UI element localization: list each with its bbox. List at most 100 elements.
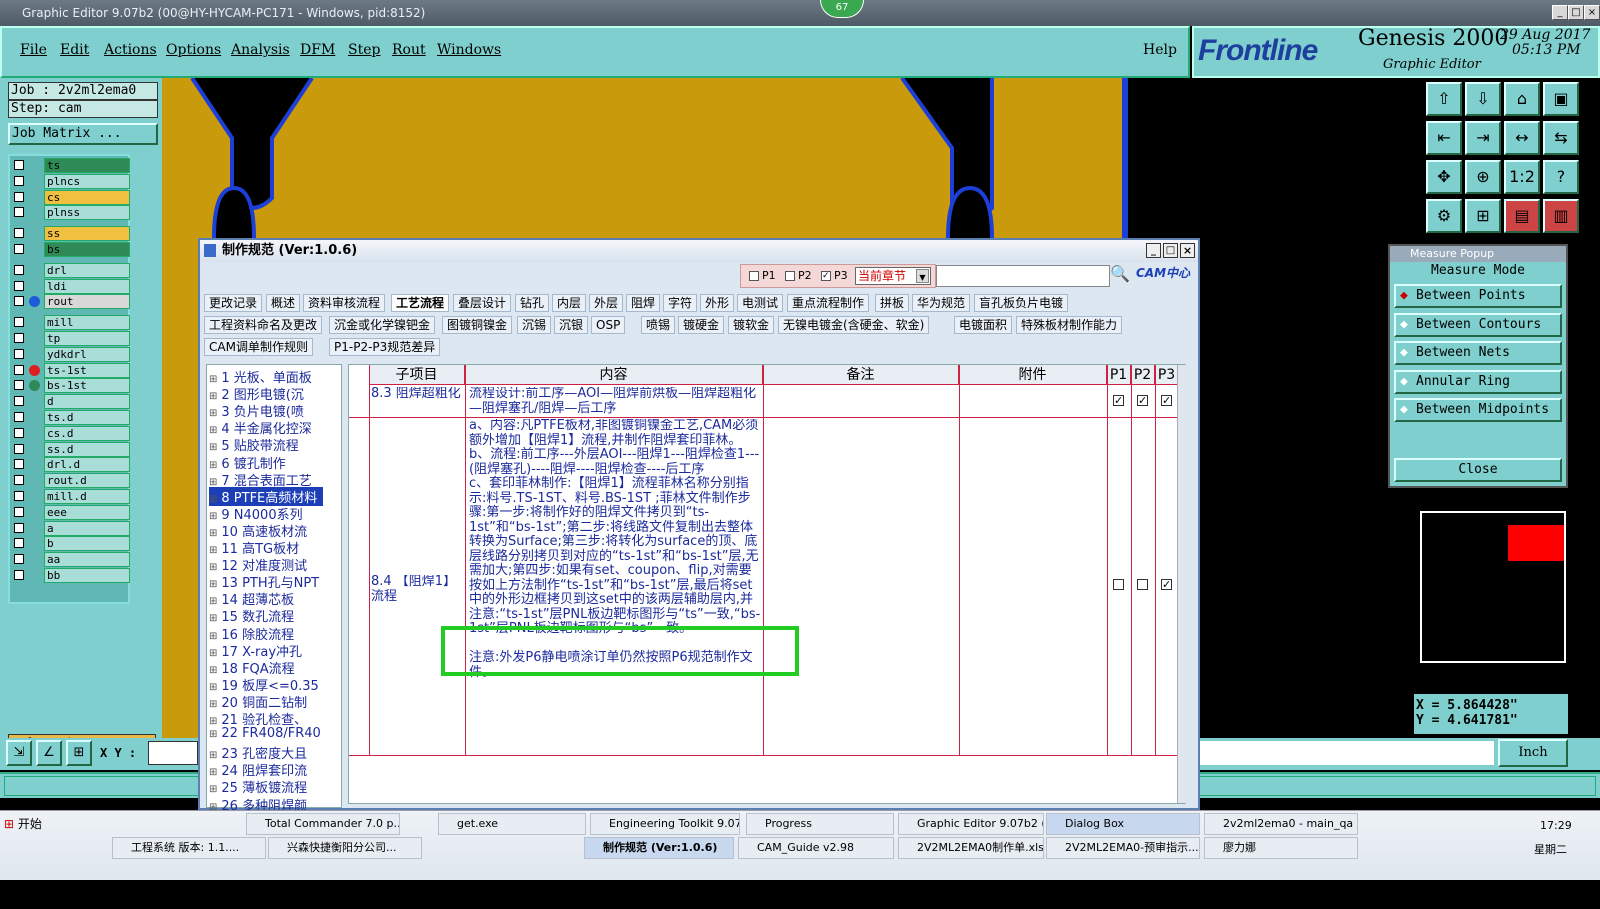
row-p2-checkbox[interactable]: ✓	[1137, 395, 1148, 406]
taskbar-item[interactable]: 2V2ML2EMA0-预审指示...	[1046, 837, 1200, 859]
pan-down-icon[interactable]: ⇩	[1465, 82, 1501, 116]
column-header[interactable]: 附件	[959, 365, 1107, 385]
layer-row[interactable]: bb	[10, 568, 132, 583]
menu-step[interactable]: Step	[348, 42, 380, 58]
panel-icon[interactable]: ▥	[1543, 199, 1579, 233]
menu-edit[interactable]: Edit	[60, 42, 89, 58]
chapter-tree[interactable]: ⊞ 1 光板、单面板 ⊞ 2 图形电镀(沉 ⊞ 3 负片电镀(喷 ⊞ 4 半金属化控深 ⊞ 5 贴…	[206, 364, 342, 814]
tab-item[interactable]: 工艺流程	[391, 294, 450, 312]
grid-icon[interactable]: ⊞	[1465, 199, 1501, 233]
layer-checkbox[interactable]	[14, 475, 24, 486]
layer-row[interactable]: rout	[10, 294, 132, 310]
measure-option[interactable]: ◆ Between Nets	[1394, 341, 1562, 365]
row-p1-checkbox[interactable]: ✓	[1113, 395, 1124, 406]
measure-option[interactable]: ◆ Between Points	[1394, 284, 1562, 308]
layer-checkbox[interactable]	[14, 333, 24, 343]
taskbar-item[interactable]: 兴森快捷衡阳分公司...	[268, 837, 422, 859]
layer-row[interactable]: tp	[10, 331, 132, 346]
taskbar-item[interactable]: 2v2ml2ema0 - main_qa	[1204, 813, 1358, 835]
layer-checkbox[interactable]	[14, 244, 24, 254]
close-button[interactable]: ×	[1584, 5, 1600, 20]
menu-help[interactable]: Help	[1143, 42, 1177, 58]
column-header[interactable]: 子项目	[369, 365, 465, 385]
checkbox-icon[interactable]	[785, 271, 795, 281]
tab-item[interactable]: 拼板	[875, 294, 910, 312]
chapter-select[interactable]: 当前章节 ▼	[855, 267, 931, 285]
row-p1-checkbox[interactable]	[1113, 579, 1124, 590]
layer-checkbox[interactable]	[14, 506, 24, 517]
row-p2-checkbox[interactable]	[1137, 579, 1148, 590]
layer-row[interactable]: cs.d	[10, 425, 132, 441]
dialog-maximize-button[interactable]: □	[1163, 243, 1178, 258]
taskbar-item[interactable]: Dialog Box	[1046, 813, 1200, 835]
layer-row[interactable]: bs-1st	[10, 378, 132, 394]
layer-row[interactable]: ydkdrl	[10, 346, 132, 362]
menu-rout[interactable]: Rout	[392, 42, 426, 58]
layer-row[interactable]: aa	[10, 552, 132, 568]
layer-checkbox[interactable]	[14, 427, 24, 438]
layer-name[interactable]: ydkdrl	[44, 346, 130, 362]
taskbar-item[interactable]: 工程系统 版本: 1.1....	[112, 837, 266, 859]
tab-item[interactable]: 沉金或化学镍钯金	[329, 316, 436, 334]
tab-item[interactable]: OSP	[591, 316, 626, 334]
maximize-button[interactable]: □	[1568, 5, 1584, 20]
tab-item[interactable]: 工程资料命名及更改	[204, 316, 323, 334]
pan-left-icon[interactable]: ⇤	[1426, 121, 1462, 155]
tab-item[interactable]: 图镀铜镍金	[442, 316, 513, 334]
layer-checkbox[interactable]	[14, 264, 24, 275]
search-icon[interactable]: 🔍	[1110, 264, 1132, 288]
layer-row[interactable]: d	[10, 394, 132, 410]
tab-item[interactable]: 重点流程制作	[787, 294, 870, 312]
layer-checkbox[interactable]	[14, 207, 24, 218]
tab-item[interactable]: 镀软金	[728, 316, 775, 334]
grid-icon[interactable]: ⊞	[66, 740, 92, 766]
layer-row[interactable]: rout.d	[10, 473, 132, 489]
taskbar-item[interactable]: 制作规范 (Ver:1.0.6)	[584, 837, 734, 859]
layer-checkbox[interactable]	[14, 228, 24, 239]
layer-checkbox[interactable]	[14, 280, 24, 291]
menu-actions[interactable]: Actions	[104, 42, 157, 58]
layer-row[interactable]: mill.d	[10, 489, 132, 504]
layer-row[interactable]: plncs	[10, 173, 132, 189]
layer-name[interactable]: bs	[44, 242, 130, 257]
pan-up-icon[interactable]: ⇧	[1426, 82, 1462, 116]
layer-name[interactable]: ts-1st	[44, 362, 130, 378]
tab-item[interactable]: 外层	[589, 294, 624, 312]
checkbox-icon[interactable]: ✓	[821, 271, 831, 281]
checkbox-icon[interactable]	[749, 271, 759, 281]
measure-option[interactable]: ◆ Between Contours	[1394, 312, 1562, 337]
taskbar-item[interactable]: 廖力娜	[1204, 837, 1358, 859]
column-header[interactable]: P2	[1131, 365, 1155, 385]
taskbar-item[interactable]: get.exe	[438, 813, 586, 835]
layer-row[interactable]: drl	[10, 262, 132, 278]
layer-name[interactable]: mill	[44, 315, 130, 331]
tab-item[interactable]: 钻孔	[515, 294, 550, 312]
layer-name[interactable]: ldi	[44, 278, 130, 294]
taskbar-item[interactable]: Progress	[746, 813, 894, 835]
close-measure-button[interactable]: Close	[1394, 458, 1562, 482]
layer-checkbox[interactable]	[14, 491, 24, 501]
settings-icon[interactable]: ⚙	[1426, 199, 1462, 233]
layer-row[interactable]: ts	[10, 158, 132, 173]
layer-checkbox[interactable]	[14, 412, 24, 422]
tab-item[interactable]: 电测试	[737, 294, 784, 312]
layer-name[interactable]: cs	[44, 189, 130, 205]
tab-item[interactable]: 外形	[700, 294, 735, 312]
layer-row[interactable]: plnss	[10, 205, 132, 221]
minimap[interactable]	[1420, 511, 1566, 663]
layer-name[interactable]: drl.d	[44, 457, 130, 473]
snap-icon[interactable]: ⇲	[6, 740, 32, 766]
angle-icon[interactable]: ∠	[36, 740, 62, 766]
layer-checkbox[interactable]	[14, 296, 24, 307]
layer-checkbox[interactable]	[14, 443, 24, 454]
menu-windows[interactable]: Windows	[437, 42, 501, 58]
column-header[interactable]: P3	[1155, 365, 1179, 385]
layer-name[interactable]: rout	[44, 294, 130, 310]
tab-item[interactable]: 盲孔板负片电镀	[974, 294, 1069, 312]
tab-item[interactable]: CAM调单制作规则	[204, 338, 313, 356]
layer-name[interactable]: bb	[44, 568, 130, 583]
row-p3-checkbox[interactable]: ✓	[1161, 395, 1172, 406]
menu-dfm[interactable]: DFM	[300, 42, 335, 58]
layer-row[interactable]: ldi	[10, 278, 132, 294]
tab-item[interactable]: 内层	[552, 294, 587, 312]
